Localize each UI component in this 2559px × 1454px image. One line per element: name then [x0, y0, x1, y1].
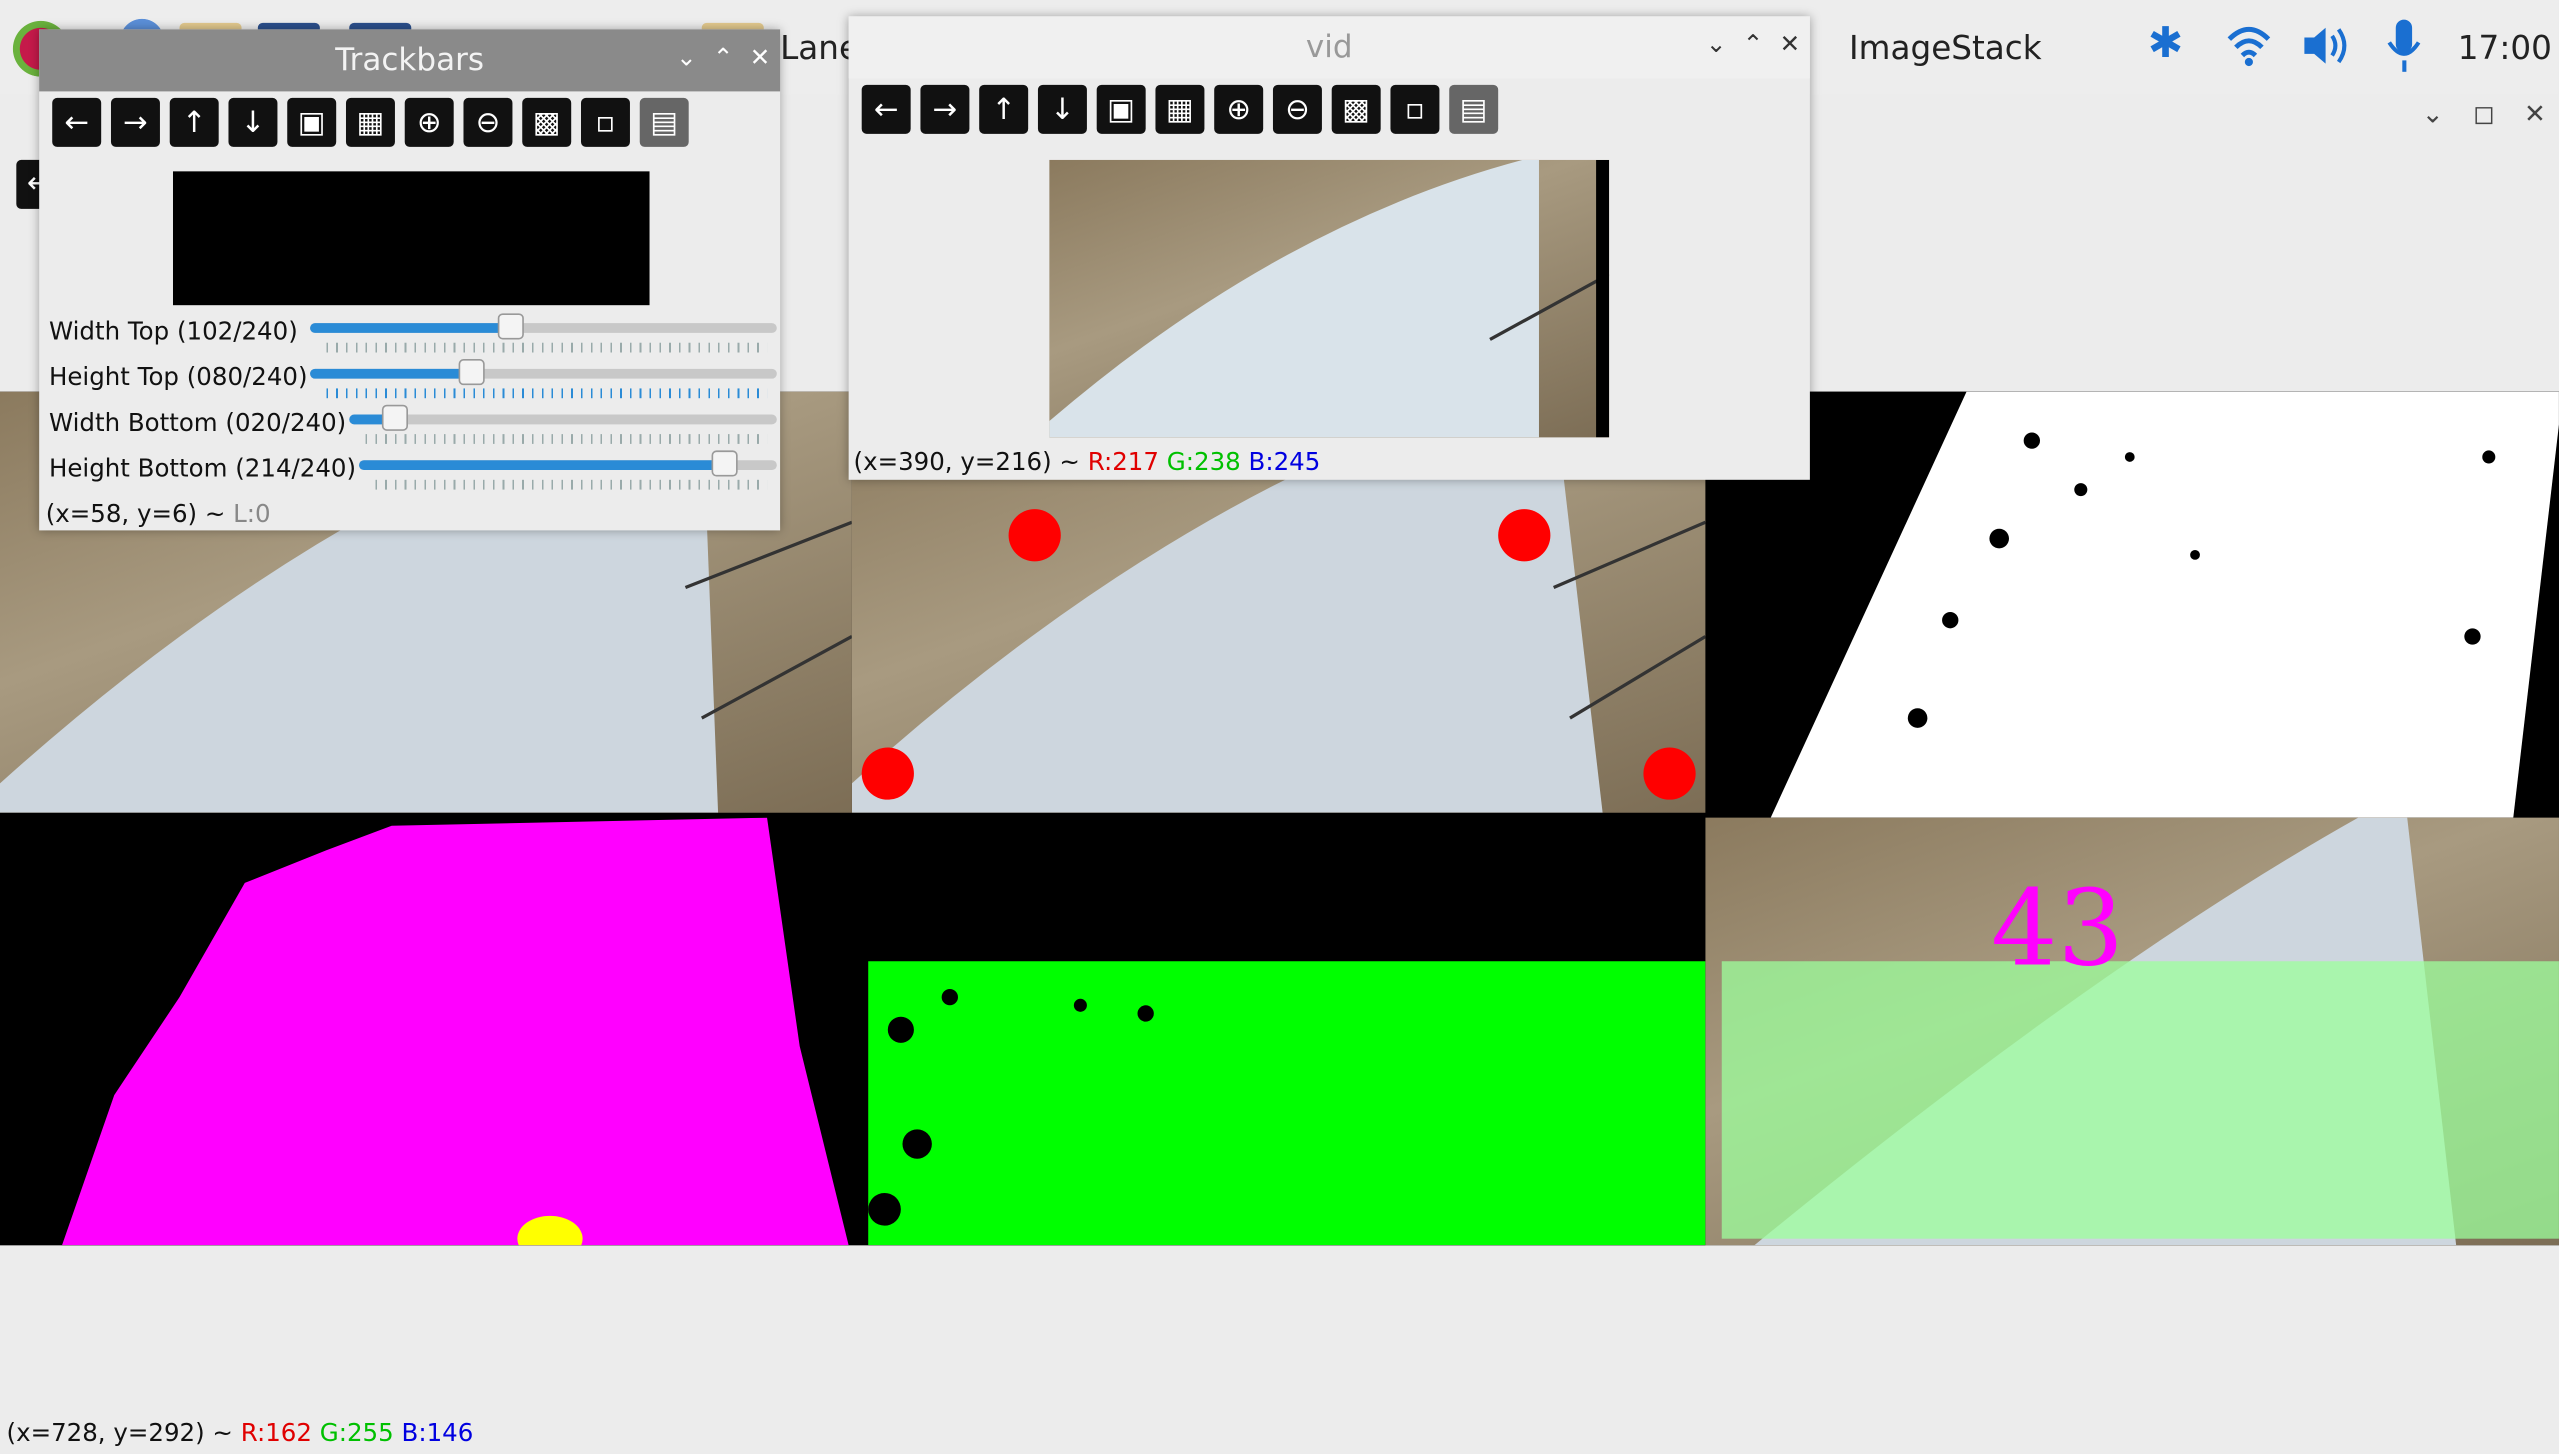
status-g: G:255 [319, 1418, 394, 1448]
slider-label: Width Bottom (020/240) [48, 408, 347, 438]
status-coords: (x=728, y=292) ~ [6, 1418, 241, 1448]
warp-point-bottom-left [861, 747, 914, 800]
zoom-in-icon[interactable]: ⊕ [1214, 84, 1264, 134]
result-frame: 43 [1705, 817, 2559, 1246]
save-icon[interactable]: ▩ [1331, 84, 1381, 134]
arrow-right-icon[interactable]: → [110, 97, 160, 147]
vid-toolbar: ← → ↑ ↓ ▣ ▦ ⊕ ⊖ ▩ ▫ ▤ [849, 78, 1810, 140]
green-mask-frame [851, 817, 1706, 1246]
arrow-down-icon[interactable]: ↓ [228, 97, 278, 147]
slider-track[interactable] [359, 450, 777, 477]
threshold-frame [1705, 391, 2559, 818]
status-r: R:162 [240, 1418, 312, 1448]
trackbars-toolbar: ← → ↑ ↓ ▣ ▦ ⊕ ⊖ ▩ ▫ ▤ [39, 91, 780, 153]
close-icon[interactable]: ✕ [750, 42, 771, 71]
trackbars-title: Trackbars [335, 42, 484, 79]
slider-width-bottom[interactable]: Width Bottom (020/240) [39, 398, 777, 444]
slider-label: Width Top (102/240) [48, 316, 298, 346]
clipboard-icon[interactable]: ▫ [580, 97, 630, 147]
maximize-icon[interactable]: ◻ [2473, 98, 2495, 129]
status-b: B:146 [401, 1418, 474, 1448]
trackbars-status: (x=58, y=6) ~ L:0 [46, 499, 271, 528]
slider-label: Height Bottom (214/240) [48, 453, 357, 484]
histogram-frame [0, 817, 852, 1246]
clipboard-icon[interactable]: ▫ [1390, 84, 1440, 134]
zoom-in-icon[interactable]: ⊕ [404, 97, 454, 147]
volume-icon[interactable] [2301, 23, 2353, 69]
warp-point-top-left [1008, 509, 1061, 562]
imagestack-window-controls: ⌄ ◻ ✕ [2422, 98, 2546, 129]
zoom-out-icon[interactable]: ⊖ [463, 97, 513, 147]
maximize-icon[interactable]: ⌃ [1743, 29, 1764, 58]
warp-point-top-right [1498, 509, 1551, 562]
status-r: R:217 [1087, 447, 1159, 477]
arrow-down-icon[interactable]: ↓ [1037, 84, 1087, 134]
properties-icon[interactable]: ▤ [639, 97, 689, 147]
trackbars-preview [172, 171, 650, 306]
clock: 17:00 [2457, 27, 2552, 67]
slider-height-top[interactable]: Height Top (080/240) [39, 353, 777, 399]
properties-icon[interactable]: ▤ [1449, 84, 1499, 134]
slider-track[interactable] [349, 404, 777, 431]
warp-point-bottom-right [1643, 747, 1696, 800]
slider-height-bottom[interactable]: Height Bottom (214/240) [39, 444, 777, 490]
image-icon[interactable]: ▣ [287, 97, 337, 147]
slider-width-top[interactable]: Width Top (102/240) [39, 307, 777, 353]
status-coords: (x=58, y=6) ~ [45, 499, 234, 529]
arrow-up-icon[interactable]: ↑ [169, 97, 219, 147]
imagestack-status: (x=728, y=292) ~ R:162 G:255 B:146 [0, 1413, 2559, 1453]
slider-track[interactable] [310, 313, 777, 340]
close-icon[interactable]: ✕ [1780, 29, 1801, 58]
arrow-left-icon[interactable]: ← [861, 84, 911, 134]
taskbar-lane-item[interactable]: Lane [780, 28, 859, 67]
microphone-icon[interactable] [2383, 16, 2425, 75]
minimize-icon[interactable]: ⌄ [1706, 29, 1727, 58]
image-zoom-icon[interactable]: ▦ [1155, 84, 1205, 134]
image-icon[interactable]: ▣ [1096, 84, 1146, 134]
save-icon[interactable]: ▩ [522, 97, 572, 147]
image-zoom-icon[interactable]: ▦ [345, 97, 395, 147]
slider-thumb[interactable] [458, 359, 485, 386]
bluetooth-icon[interactable]: ✱ [2148, 20, 2184, 69]
curve-value: 43 [1991, 869, 2124, 991]
maximize-icon[interactable]: ⌃ [713, 42, 734, 71]
vid-title: vid [1305, 29, 1353, 66]
slider-label: Height Top (080/240) [48, 362, 308, 392]
status-b: B:245 [1248, 447, 1321, 477]
arrow-right-icon[interactable]: → [920, 84, 970, 134]
trackbars-window[interactable]: Trackbars ⌄ ⌃ ✕ ← → ↑ ↓ ▣ ▦ ⊕ ⊖ ▩ ▫ ▤ Wi… [39, 29, 781, 531]
vid-titlebar[interactable]: vid ⌄ ⌃ ✕ [848, 16, 1810, 79]
trackbars-titlebar[interactable]: Trackbars ⌄ ⌃ ✕ [39, 29, 781, 92]
status-g: G:238 [1166, 447, 1241, 477]
status-coords: (x=390, y=216) ~ [853, 447, 1088, 477]
slider-thumb[interactable] [497, 313, 524, 340]
close-icon[interactable]: ✕ [2524, 98, 2546, 129]
zoom-out-icon[interactable]: ⊖ [1272, 84, 1322, 134]
minimize-icon[interactable]: ⌄ [2422, 98, 2444, 129]
slider-track[interactable] [310, 359, 777, 386]
arrow-left-icon[interactable]: ← [52, 97, 102, 147]
vid-window[interactable]: vid ⌄ ⌃ ✕ ← → ↑ ↓ ▣ ▦ ⊕ ⊖ ▩ ▫ ▤ (x=390, … [848, 16, 1810, 480]
vid-frame [1049, 159, 1610, 438]
slider-thumb[interactable] [711, 450, 738, 477]
arrow-up-icon[interactable]: ↑ [979, 84, 1029, 134]
vid-status: (x=390, y=216) ~ R:217 G:238 B:245 [854, 447, 1321, 476]
wifi-icon[interactable] [2226, 20, 2272, 69]
status-l: L:0 [233, 499, 271, 529]
slider-thumb[interactable] [381, 404, 408, 431]
minimize-icon[interactable]: ⌄ [676, 42, 697, 71]
imagestack-taskbar-item[interactable]: ImageStack [1849, 28, 2042, 67]
